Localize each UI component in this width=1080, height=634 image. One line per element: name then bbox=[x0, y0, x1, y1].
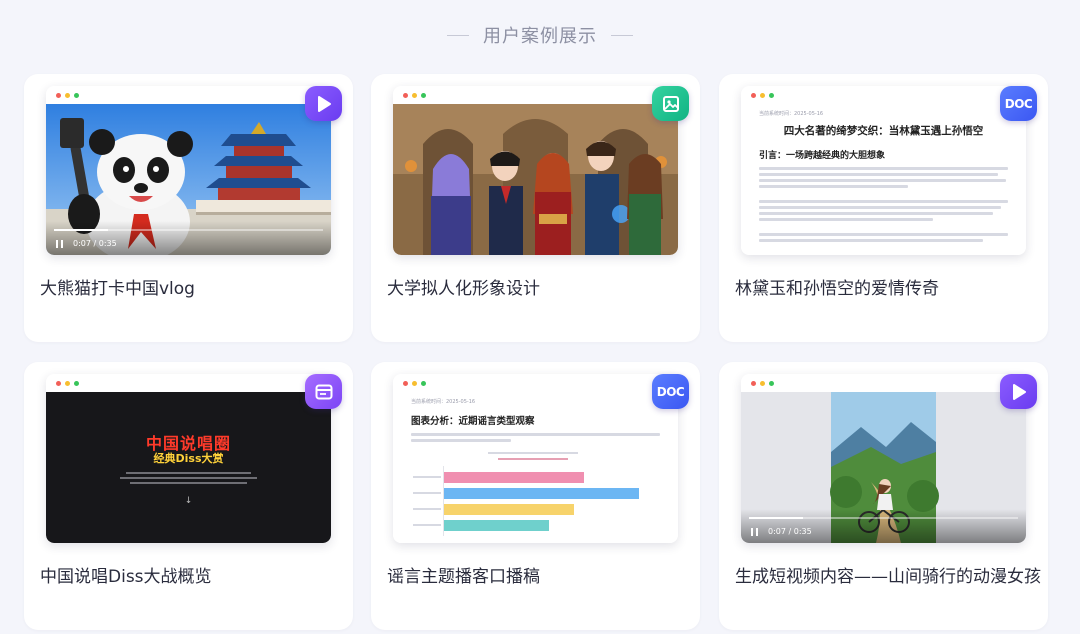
video-progress-bar[interactable] bbox=[749, 517, 1018, 519]
doc-meta: 当前系统时间：2025-05-16 bbox=[411, 399, 476, 405]
card-title: 中国说唱Diss大战概览 bbox=[40, 567, 212, 587]
divider-left bbox=[447, 34, 469, 36]
window-dots bbox=[751, 93, 774, 98]
preview-window: 当前系统时间：2025-05-16 图表分析：近期谣言类型观察 bbox=[393, 374, 678, 543]
arrow-down-icon: ↓ bbox=[184, 496, 193, 506]
divider-right bbox=[611, 34, 633, 36]
bar-chart-preview bbox=[413, 452, 658, 540]
doc-meta: 当前系统时间：2025-05-16 bbox=[759, 111, 824, 117]
preview-window: 当前系统时间：2025-05-16 四大名著的绮梦交织：当林黛玉遇上孙悟空 引言… bbox=[741, 86, 1026, 255]
web-thumbnail[interactable]: 中国说唱圈 经典Diss大赏 ↓ bbox=[46, 392, 331, 543]
video-thumbnail[interactable]: 0:07 / 0:35 bbox=[741, 392, 1026, 543]
preview-window bbox=[393, 86, 678, 255]
play-icon bbox=[317, 95, 331, 112]
doc-heading: 图表分析：近期谣言类型观察 bbox=[411, 416, 535, 427]
card-title: 谣言主题播客口播稿 bbox=[387, 567, 540, 587]
doc-heading: 四大名著的绮梦交织：当林黛玉遇上孙悟空 bbox=[783, 125, 984, 137]
case-card-rap-diss[interactable]: 中国说唱圈 经典Diss大赏 ↓ 中国说唱Diss大战概览 bbox=[24, 362, 353, 630]
doc-type-badge: DOC bbox=[652, 374, 689, 409]
card-title: 生成短视频内容——山间骑行的动漫女孩 bbox=[735, 567, 1041, 587]
poster-sub-text: 经典Diss大赏 bbox=[153, 452, 224, 465]
pause-icon[interactable] bbox=[751, 527, 758, 536]
case-card-panda-vlog[interactable]: 0:07 / 0:35 大熊猫打卡中国vlog bbox=[24, 74, 353, 342]
preview-window: 0:07 / 0:35 bbox=[46, 86, 331, 255]
pause-icon[interactable] bbox=[56, 239, 63, 248]
characters-illustration bbox=[393, 104, 678, 255]
image-type-badge bbox=[652, 86, 689, 121]
card-title: 林黛玉和孙悟空的爱情传奇 bbox=[735, 279, 939, 299]
document-thumbnail[interactable]: 当前系统时间：2025-05-16 图表分析：近期谣言类型观察 bbox=[393, 392, 678, 543]
doc-type-badge: DOC bbox=[1000, 86, 1037, 121]
play-icon bbox=[1012, 383, 1026, 400]
case-card-rumor-podcast[interactable]: 当前系统时间：2025-05-16 图表分析：近期谣言类型观察 DOC 谣言主题… bbox=[371, 362, 700, 630]
card-title: 大学拟人化形象设计 bbox=[387, 279, 540, 299]
video-time: 0:07 / 0:35 bbox=[768, 527, 812, 536]
video-time: 0:07 / 0:35 bbox=[73, 239, 117, 248]
case-card-university-characters[interactable]: 大学拟人化形象设计 bbox=[371, 74, 700, 342]
image-icon bbox=[662, 95, 679, 112]
window-dots bbox=[403, 381, 426, 386]
video-type-badge bbox=[1000, 374, 1037, 409]
section-header: 用户案例展示 bbox=[0, 22, 1080, 48]
case-grid: 0:07 / 0:35 大熊猫打卡中国vlog 大学拟人化形象设计 当前系统时间… bbox=[24, 74, 1049, 634]
preview-window: 中国说唱圈 经典Diss大赏 ↓ bbox=[46, 374, 331, 543]
video-progress-bar[interactable] bbox=[54, 229, 323, 231]
video-controls bbox=[46, 221, 331, 255]
video-control-row: 0:07 / 0:35 bbox=[56, 239, 117, 248]
video-control-row: 0:07 / 0:35 bbox=[751, 527, 812, 536]
case-card-love-legend-doc[interactable]: 当前系统时间：2025-05-16 四大名著的绮梦交织：当林黛玉遇上孙悟空 引言… bbox=[719, 74, 1048, 342]
window-dots bbox=[56, 93, 79, 98]
video-type-badge bbox=[305, 86, 342, 121]
image-thumbnail[interactable] bbox=[393, 104, 678, 255]
doc-subheading: 引言：一场跨越经典的大胆想象 bbox=[759, 151, 886, 161]
browser-icon bbox=[315, 384, 332, 399]
window-dots bbox=[751, 381, 774, 386]
document-thumbnail[interactable]: 当前系统时间：2025-05-16 四大名著的绮梦交织：当林黛玉遇上孙悟空 引言… bbox=[741, 104, 1026, 255]
web-type-badge bbox=[305, 374, 342, 409]
document-page: 当前系统时间：2025-05-16 图表分析：近期谣言类型观察 bbox=[393, 392, 678, 543]
document-page: 当前系统时间：2025-05-16 四大名著的绮梦交织：当林黛玉遇上孙悟空 引言… bbox=[741, 104, 1026, 255]
window-dots bbox=[56, 381, 79, 386]
video-thumbnail[interactable]: 0:07 / 0:35 bbox=[46, 104, 331, 255]
section-title: 用户案例展示 bbox=[483, 26, 597, 47]
window-dots bbox=[403, 93, 426, 98]
video-controls bbox=[741, 509, 1026, 543]
card-title: 大熊猫打卡中国vlog bbox=[40, 279, 195, 299]
preview-window: 0:07 / 0:35 bbox=[741, 374, 1026, 543]
case-card-anime-cycling[interactable]: 0:07 / 0:35 生成短视频内容——山间骑行的动漫女孩 bbox=[719, 362, 1048, 630]
